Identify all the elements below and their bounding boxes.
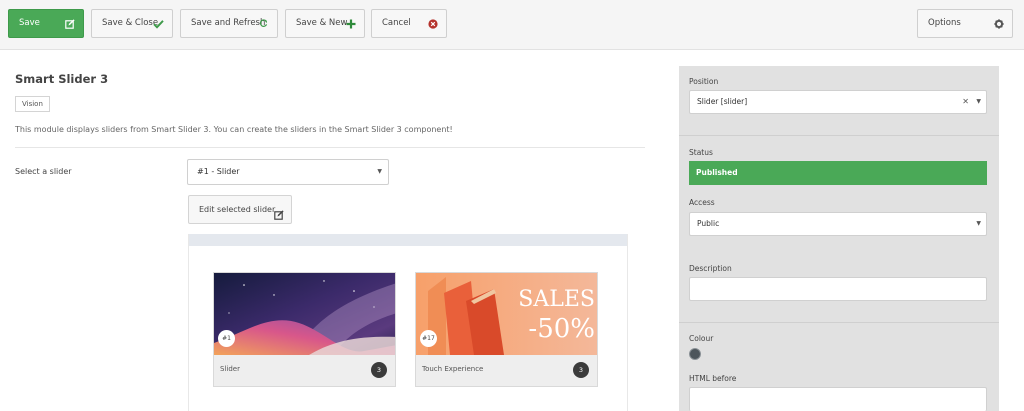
- slider-number-badge: #1: [218, 330, 235, 347]
- save-new-label: Save & New: [296, 18, 348, 28]
- colour-label: Colour: [689, 334, 714, 343]
- status-select-value: Published: [696, 168, 738, 177]
- position-select-value: Slider [slider]: [697, 97, 748, 106]
- slider-number-badge: #17: [420, 330, 437, 347]
- discount-text: -50%: [528, 314, 595, 344]
- cancel-circle-icon: [427, 18, 438, 29]
- save-new-button[interactable]: Save & New: [285, 9, 365, 38]
- module-description: This module displays sliders from Smart …: [15, 125, 453, 134]
- slider-card[interactable]: SALES -50% #17 Touch Experience 3: [415, 272, 598, 387]
- preview-topbar: [189, 234, 627, 246]
- slide-count-badge: 3: [371, 362, 387, 378]
- edit-icon: [64, 18, 75, 29]
- position-select[interactable]: Slider [slider] ✕ ▼: [689, 90, 987, 114]
- access-label: Access: [689, 198, 715, 207]
- edit-selected-slider-label: Edit selected slider: [199, 205, 276, 214]
- chevron-down-icon: ▼: [377, 168, 382, 175]
- save-refresh-button[interactable]: Save and Refresh: [180, 9, 278, 38]
- edit-selected-slider-button[interactable]: Edit selected slider: [188, 195, 292, 224]
- access-select[interactable]: Public ▼: [689, 212, 987, 236]
- gear-icon: [993, 18, 1004, 29]
- status-label: Status: [689, 148, 713, 157]
- divider: [15, 147, 645, 148]
- description-label: Description: [689, 264, 732, 273]
- module-settings-panel: Position Slider [slider] ✕ ▼ Status Publ…: [679, 66, 999, 411]
- slider-caption: Slider: [220, 365, 240, 373]
- toolbar: Save Save & Close Save and Refresh Save …: [0, 0, 1024, 50]
- page-title: Smart Slider 3: [15, 72, 109, 86]
- save-refresh-label: Save and Refresh: [191, 18, 266, 28]
- edit-icon: [274, 204, 285, 220]
- divider: [679, 135, 999, 136]
- divider: [679, 322, 999, 323]
- slide-count-badge: 3: [573, 362, 589, 378]
- slider-thumbnail-galaxy: [214, 273, 395, 355]
- status-select[interactable]: Published: [689, 161, 987, 185]
- colour-swatch[interactable]: [689, 348, 701, 360]
- options-button[interactable]: Options: [917, 9, 1013, 38]
- chevron-down-icon: ▼: [976, 98, 981, 105]
- slider-preview-area: #1 Slider 3 SALES -50% #17 Touch Experie…: [188, 234, 628, 411]
- clear-icon[interactable]: ✕: [962, 91, 969, 113]
- check-icon: [153, 18, 164, 29]
- html-before-textarea[interactable]: [689, 387, 987, 411]
- sales-overlay: SALES -50%: [515, 287, 595, 345]
- refresh-icon: [258, 18, 269, 29]
- access-select-value: Public: [697, 219, 720, 228]
- save-button-label: Save: [19, 18, 40, 28]
- select-slider-label: Select a slider: [15, 167, 72, 176]
- module-badge: Vision: [15, 96, 50, 112]
- description-input[interactable]: [689, 277, 987, 301]
- cancel-label: Cancel: [382, 18, 411, 28]
- sales-text: SALES: [518, 287, 595, 312]
- position-label: Position: [689, 77, 719, 86]
- slider-select-value: #1 - Slider: [197, 167, 240, 176]
- save-close-button[interactable]: Save & Close: [91, 9, 173, 38]
- plus-icon: [345, 18, 356, 29]
- html-before-label: HTML before: [689, 374, 737, 383]
- chevron-down-icon: ▼: [976, 220, 981, 227]
- slider-card[interactable]: #1 Slider 3: [213, 272, 396, 387]
- save-close-label: Save & Close: [102, 18, 159, 28]
- save-button[interactable]: Save: [8, 9, 84, 38]
- slider-select[interactable]: #1 - Slider ▼: [187, 159, 389, 185]
- cancel-button[interactable]: Cancel: [371, 9, 447, 38]
- options-label: Options: [928, 18, 961, 28]
- slider-caption: Touch Experience: [422, 365, 484, 373]
